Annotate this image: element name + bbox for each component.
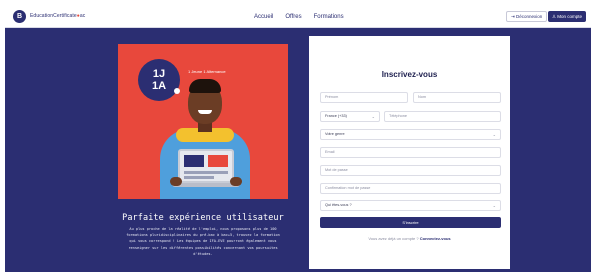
promo-description: Au plus proche de la réalité de l'emploi…: [126, 227, 280, 256]
phone-input[interactable]: Téléphone: [384, 111, 501, 122]
role-select[interactable]: Qui êtes-vous ? ⌄: [320, 200, 501, 211]
firstname-input[interactable]: Prénom: [320, 92, 408, 103]
chevron-down-icon: ⌄: [492, 132, 496, 137]
lastname-input[interactable]: Nom: [413, 92, 501, 103]
chevron-down-icon: ⌄: [371, 114, 375, 119]
person-hair: [189, 79, 221, 93]
account-button[interactable]: ♙ Mon compte: [548, 11, 587, 22]
email-input[interactable]: Email: [320, 147, 501, 158]
gender-select[interactable]: Votre genre ⌄: [320, 129, 501, 140]
promo-tagline: 1 Jeune 1 Alternance: [188, 69, 226, 74]
nav-link-offres[interactable]: Offres: [285, 11, 301, 23]
login-link[interactable]: Connectez-vous: [420, 236, 451, 241]
person-smile: [198, 110, 212, 114]
login-prompt: Vous avez déjà un compte ? Connectez-vou…: [368, 236, 451, 241]
nav-links: Accueil Offres Formations: [254, 11, 344, 23]
confirm-password-input[interactable]: Confirmation mot de passe: [320, 183, 501, 194]
badge-dot-icon: [174, 88, 180, 94]
logout-button[interactable]: ⇥ Déconnexion: [506, 11, 548, 22]
nav-link-formations[interactable]: Formations: [314, 11, 344, 23]
laptop-icon: [178, 149, 234, 183]
page-frame: B EducationCertificate●ac Accueil Offres…: [5, 6, 591, 272]
promo-image: 1J 1A 1 Jeune 1 Alternance: [118, 44, 288, 199]
signup-button[interactable]: S'inscrire: [320, 217, 501, 228]
promo-panel: 1J 1A 1 Jeune 1 Alternance Parfaite expé…: [118, 44, 288, 272]
top-navbar: B EducationCertificate●ac Accueil Offres…: [5, 6, 591, 28]
password-input[interactable]: Mot de passe: [320, 165, 501, 176]
signup-form: Inscrivez-vous Prénom Nom France (+33) ⌄…: [309, 36, 510, 269]
right-hand: [230, 177, 242, 186]
brand-name[interactable]: EducationCertificate●ac: [30, 13, 85, 19]
country-code-select[interactable]: France (+33) ⌄: [320, 111, 380, 122]
chevron-down-icon: ⌄: [492, 203, 496, 208]
1j1a-badge: 1J 1A: [138, 59, 180, 101]
promo-title: Parfaite expérience utilisateur: [122, 213, 284, 223]
nav-link-accueil[interactable]: Accueil: [254, 11, 273, 23]
left-hand: [170, 177, 182, 186]
brand-logo[interactable]: B: [13, 10, 26, 23]
form-title: Inscrivez-vous: [381, 70, 438, 79]
